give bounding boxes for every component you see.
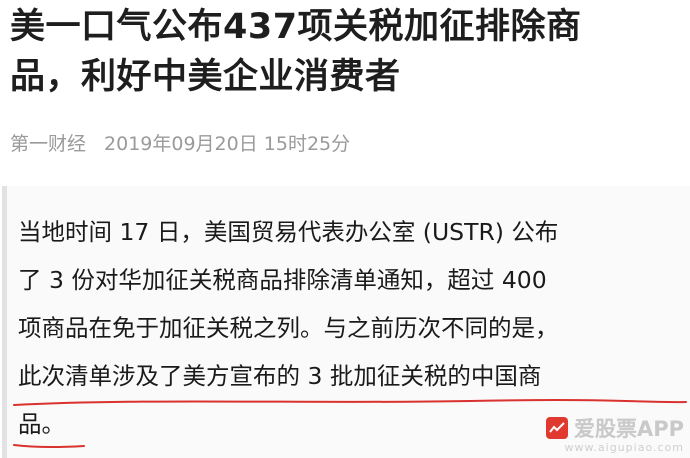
article-date: 2019年09月20日 15时25分 bbox=[104, 133, 351, 155]
article-meta: 第一财经 2019年09月20日 15时25分 bbox=[10, 130, 350, 158]
article-title: 美一口气公布437项关税加征排除商 品，利好中美企业消费者 bbox=[10, 2, 680, 102]
quote-text: 当地时间 17 日，美国贸易代表办公室 (USTR) 公布 了 3 份对华加征关… bbox=[18, 208, 682, 448]
watermark: 爱股票APP www.aigupiao.com bbox=[545, 413, 684, 454]
quote-line-1: 当地时间 17 日，美国贸易代表办公室 (USTR) 公布 bbox=[18, 218, 559, 246]
quote-line-3: 项商品在免于加征关税之列。与之前历次不同的是， bbox=[18, 314, 559, 342]
quote-bar bbox=[2, 186, 7, 458]
aigupiao-logo-icon bbox=[545, 417, 568, 439]
article-source: 第一财经 bbox=[10, 133, 87, 155]
watermark-url: www.aigupiao.com bbox=[564, 441, 684, 454]
article-title-line-1: 美一口气公布437项关税加征排除商 bbox=[10, 7, 582, 47]
article-title-line-2: 品，利好中美企业消费者 bbox=[10, 57, 401, 97]
quote-line-4: 此次清单涉及了美方宣布的 3 批加征关税的中国商 bbox=[18, 362, 542, 390]
watermark-name: 爱股票APP bbox=[573, 417, 684, 441]
quote-line-2: 了 3 份对华加征关税商品排除清单通知，超过 400 bbox=[18, 266, 547, 294]
